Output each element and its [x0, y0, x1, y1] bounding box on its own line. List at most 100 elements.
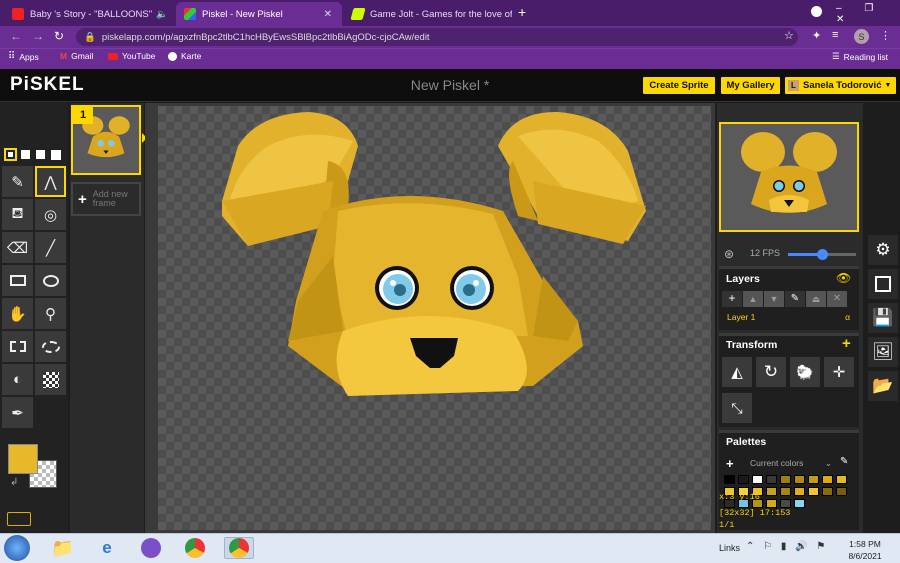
palette-color-swatch[interactable]	[766, 487, 777, 496]
rotate-icon[interactable]: ↻	[756, 357, 786, 387]
tab-baby-story[interactable]: Baby 's Story - "BALLOONS" 🔈 ✕	[4, 2, 174, 26]
resize-icon[interactable]	[868, 269, 898, 299]
stroke-line-icon[interactable]: ╱	[35, 232, 66, 263]
palette-color-swatch[interactable]	[780, 499, 791, 508]
pen-size-4[interactable]	[51, 150, 61, 160]
bookmark-apps[interactable]: ⠿ Apps	[8, 51, 39, 62]
bookmark-karte[interactable]: Karte	[168, 51, 201, 61]
back-icon[interactable]: ←	[10, 29, 22, 43]
reading-list[interactable]: ☰ Reading list	[832, 51, 888, 62]
merge-layer-icon[interactable]: ⏏	[806, 291, 826, 307]
palette-color-swatch[interactable]	[822, 475, 833, 484]
tab-game-jolt[interactable]: Game Jolt - Games for the love of ✕	[344, 2, 512, 26]
import-folder-icon[interactable]: 📂	[868, 371, 898, 401]
circle-tool-icon[interactable]	[35, 265, 66, 296]
clone-sheep-icon[interactable]: 🐑	[790, 357, 820, 387]
pen-size-2[interactable]	[21, 150, 30, 159]
file-explorer-icon[interactable]: 📁	[50, 537, 76, 559]
profile-avatar[interactable]: S	[854, 29, 869, 44]
palette-color-swatch[interactable]	[780, 475, 791, 484]
paint-same-color-icon[interactable]: ◎	[35, 199, 66, 230]
tray-icons[interactable]: ⌃ ⚐ ▮ 🔊 ⚑	[746, 541, 828, 552]
palette-color-swatch[interactable]	[794, 487, 805, 496]
chrome-profile-icon[interactable]	[224, 537, 254, 559]
flip-icon[interactable]: ◭	[722, 357, 752, 387]
onion-skin-icon[interactable]: ⊛	[724, 247, 734, 261]
add-layer-icon[interactable]: +	[722, 291, 742, 307]
eraser-icon[interactable]: ⌫	[2, 232, 33, 263]
color-picker-icon[interactable]: ✒	[2, 397, 33, 428]
lighten-icon[interactable]: ◐	[2, 364, 33, 395]
user-menu[interactable]: L Sanela Todorović ▼	[785, 77, 896, 94]
palette-color-swatch[interactable]	[766, 499, 777, 508]
palette-color-swatch[interactable]	[780, 487, 791, 496]
edit-layer-icon[interactable]: ✎	[785, 291, 805, 307]
rectangle-select-icon[interactable]	[2, 331, 33, 362]
pen-size-1[interactable]	[4, 148, 17, 161]
paint-bucket-icon[interactable]: ⛾	[2, 199, 33, 230]
palette-color-swatch[interactable]	[766, 475, 777, 484]
tab-piskel[interactable]: Piskel - New Piskel ✕	[176, 2, 342, 26]
layer-row[interactable]: Layer 1 α	[722, 310, 856, 324]
palette-color-swatch[interactable]	[738, 475, 749, 484]
clock[interactable]: 1:58 PM 8/6/2021	[842, 539, 888, 561]
tab-search-icon[interactable]	[811, 6, 822, 17]
palette-color-swatch[interactable]	[836, 475, 847, 484]
bookmark-gmail[interactable]: M Gmail	[60, 51, 93, 61]
bookmark-star-icon[interactable]: ☆	[784, 29, 794, 42]
menu-kebab-icon[interactable]: ⋮	[880, 29, 891, 42]
address-bar[interactable]: 🔒 piskelapp.com/p/agxzfnBpc2tlbC1hcHByEw…	[76, 28, 798, 46]
bookmark-youtube[interactable]: YouTube	[108, 51, 155, 61]
my-gallery-button[interactable]: My Gallery	[721, 77, 780, 94]
lasso-select-icon[interactable]	[35, 331, 66, 362]
fps-slider-track[interactable]	[788, 249, 856, 260]
start-button[interactable]	[4, 535, 30, 561]
links-toolbar[interactable]: Links	[719, 543, 740, 553]
pen-tool-icon[interactable]: ✎	[2, 166, 33, 197]
media-icon[interactable]: ≡	[832, 29, 838, 41]
swap-colors-icon[interactable]: ↲	[10, 477, 18, 488]
viber-icon[interactable]	[138, 537, 164, 559]
export-image-icon[interactable]: 🖼	[868, 337, 898, 367]
add-new-frame-button[interactable]: + Add new frame	[71, 182, 141, 216]
reload-icon[interactable]: ↻	[54, 29, 64, 43]
palette-color-swatch[interactable]	[836, 487, 847, 496]
palette-color-swatch[interactable]	[724, 475, 735, 484]
rectangle-tool-icon[interactable]	[2, 265, 33, 296]
add-palette-icon[interactable]: +	[726, 456, 734, 471]
dithering-icon[interactable]	[35, 364, 66, 395]
close-tab-icon[interactable]: ✕	[168, 9, 175, 20]
palette-color-swatch[interactable]	[794, 475, 805, 484]
fps-slider-thumb[interactable]	[817, 249, 828, 260]
new-tab-icon[interactable]: +	[518, 4, 526, 20]
create-sprite-button[interactable]: Create Sprite	[643, 77, 715, 94]
move-layer-down-icon[interactable]: ▼	[764, 291, 784, 307]
keyboard-shortcuts-icon[interactable]	[7, 512, 31, 526]
forward-icon[interactable]: →	[32, 29, 44, 43]
move-layer-up-icon[interactable]: ▲	[743, 291, 763, 307]
shape-select-wand-icon[interactable]: ⚲	[35, 298, 66, 329]
chrome-icon[interactable]	[182, 537, 208, 559]
delete-layer-icon[interactable]: ✕	[827, 291, 847, 307]
pen-size-3[interactable]	[36, 150, 45, 159]
window-controls[interactable]: ‒ ❐ ✕	[836, 3, 900, 25]
palette-color-swatch[interactable]	[794, 499, 805, 508]
palette-select[interactable]: Current colors ⌄	[744, 456, 834, 470]
crop-resize-icon[interactable]: ⤡	[722, 393, 752, 423]
vertical-mirror-pen-icon[interactable]: ⋀	[35, 166, 66, 197]
move-hand-icon[interactable]: ✋	[2, 298, 33, 329]
extensions-icon[interactable]: ✦	[812, 29, 821, 42]
speaker-icon[interactable]: 🔈	[156, 9, 168, 20]
drawing-canvas[interactable]	[158, 106, 711, 530]
close-tab-icon[interactable]: ✕	[318, 9, 332, 20]
edit-palette-icon[interactable]: ✎	[840, 456, 848, 467]
piskel-logo[interactable]: PiSKEL	[10, 74, 85, 96]
layer-opacity[interactable]: α	[845, 312, 850, 322]
palette-color-swatch[interactable]	[752, 475, 763, 484]
document-title[interactable]: New Piskel *	[340, 77, 560, 93]
settings-icon[interactable]: ⚙	[868, 235, 898, 265]
primary-color-swatch[interactable]	[8, 444, 38, 474]
animation-preview[interactable]	[719, 122, 859, 232]
internet-explorer-icon[interactable]: e	[94, 537, 120, 559]
layer-visibility-eye-icon[interactable]: 👁	[836, 271, 851, 285]
